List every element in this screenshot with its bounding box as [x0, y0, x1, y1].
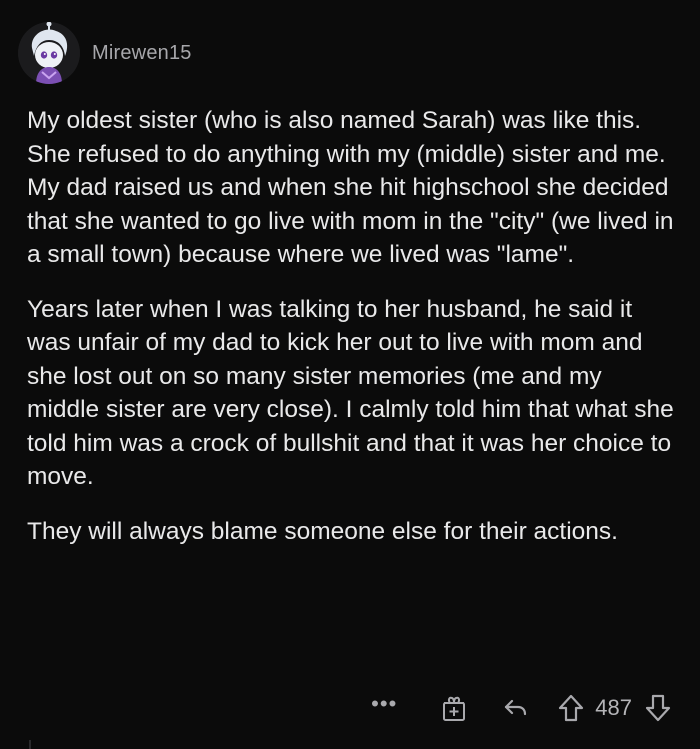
snoo-avatar-icon[interactable]	[18, 22, 80, 84]
comment-paragraph: They will always blame someone else for …	[27, 517, 618, 545]
comment-author[interactable]: Mirewen15	[92, 42, 192, 65]
vote-score: 487	[595, 695, 632, 720]
thread-line[interactable]	[29, 740, 31, 749]
downvote-arrow-icon[interactable]	[644, 693, 672, 723]
comment-paragraph: Years later when I was talking to her hu…	[27, 295, 674, 491]
comment-card: Mirewen15 My oldest sister (who is also …	[0, 0, 700, 749]
reply-arrow-icon[interactable]	[503, 696, 529, 720]
comment-header: Mirewen15	[18, 22, 192, 84]
comment-paragraph: My oldest sister (who is also named Sara…	[27, 107, 674, 268]
upvote-arrow-icon[interactable]	[557, 693, 585, 723]
comment-actions: ••• 487	[371, 688, 672, 728]
award-gift-icon[interactable]	[441, 694, 467, 722]
more-options-icon[interactable]: •••	[371, 691, 397, 717]
comment-body: My oldest sister (who is also named Sara…	[27, 104, 677, 569]
